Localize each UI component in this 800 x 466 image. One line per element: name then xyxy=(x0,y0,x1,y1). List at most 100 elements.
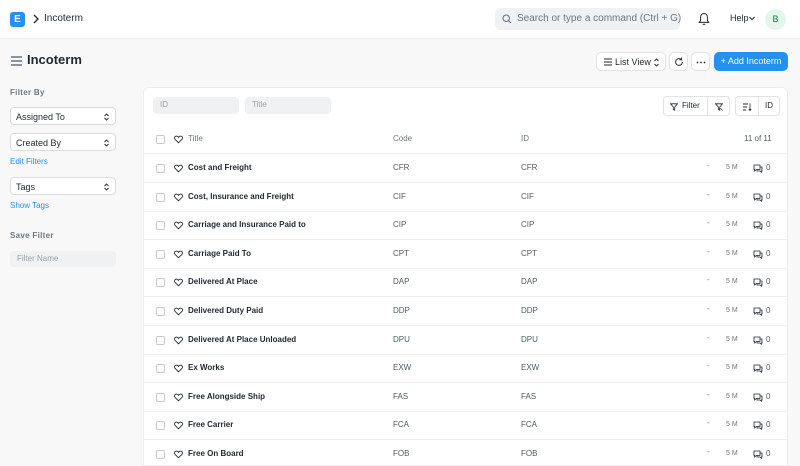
row-status: - xyxy=(707,218,710,228)
row-status: - xyxy=(707,418,710,428)
tags-select[interactable]: Tags xyxy=(10,177,116,195)
title-filter-input[interactable]: Title xyxy=(245,97,331,114)
avatar[interactable]: B xyxy=(765,9,786,30)
table-row[interactable]: Carriage Paid To CPT CPT - 5 M 0 xyxy=(144,240,787,269)
id-filter-input[interactable]: ID xyxy=(153,97,239,114)
row-id: DDP xyxy=(521,306,538,315)
search-input[interactable]: Search or type a command (Ctrl + G) xyxy=(517,13,681,24)
row-title[interactable]: Delivered Duty Paid xyxy=(188,306,263,315)
row-checkbox[interactable] xyxy=(156,450,165,459)
select-all-checkbox[interactable] xyxy=(156,135,165,144)
notification-bell-icon[interactable] xyxy=(698,12,710,26)
row-status: - xyxy=(707,304,710,313)
row-status: - xyxy=(707,447,710,456)
table-row[interactable]: Carriage and Insurance Paid to CIP CIP - 5 M… xyxy=(144,211,787,241)
row-status: - xyxy=(707,246,710,256)
heart-icon[interactable] xyxy=(174,221,183,230)
row-title[interactable]: Free On Board xyxy=(188,449,244,458)
created-by-label: Created By xyxy=(16,138,62,148)
row-checkbox[interactable] xyxy=(156,221,165,231)
created-by-select[interactable]: Created By xyxy=(10,133,116,151)
comment-icon xyxy=(753,221,763,231)
row-checkbox[interactable] xyxy=(156,192,165,202)
row-checkbox[interactable] xyxy=(156,307,165,316)
sort-field-button[interactable]: ID xyxy=(758,96,780,116)
row-checkbox[interactable] xyxy=(156,392,165,402)
list-view-selector[interactable]: List View xyxy=(596,52,666,71)
heart-icon[interactable] xyxy=(174,135,183,144)
filter-icon xyxy=(670,103,678,111)
heart-icon[interactable] xyxy=(174,336,183,345)
filter-name-input[interactable]: Filter Name xyxy=(10,251,116,267)
row-checkbox[interactable] xyxy=(156,335,165,345)
row-title[interactable]: Delivered At Place Unloaded xyxy=(188,335,296,344)
list-icon xyxy=(604,58,612,66)
breadcrumb[interactable]: Incoterm xyxy=(44,13,83,24)
row-title[interactable]: Cost and Freight xyxy=(188,163,252,172)
heart-icon[interactable] xyxy=(174,250,183,259)
row-title[interactable]: Cost, Insurance and Freight xyxy=(188,192,294,201)
row-title[interactable]: Ex Works xyxy=(188,363,224,372)
row-comment-count: 0 xyxy=(766,334,771,344)
row-title[interactable]: Carriage and Insurance Paid to xyxy=(188,220,306,229)
row-title[interactable]: Delivered At Place xyxy=(188,277,258,286)
table-row[interactable]: Delivered At Place DAP DAP - 5 M 0 xyxy=(144,268,787,298)
table-row[interactable]: Delivered At Place Unloaded DPU DPU - 5 M 0 xyxy=(144,326,787,355)
sort-order-button[interactable] xyxy=(735,96,759,116)
table-row[interactable]: Free Alongside Ship FAS FAS - 5 M 0 xyxy=(144,383,787,412)
edit-filters-link[interactable]: Edit Filters xyxy=(10,157,48,166)
row-modified-time: 5 M xyxy=(726,221,738,229)
show-tags-link[interactable]: Show Tags xyxy=(10,201,49,210)
row-status: - xyxy=(707,161,710,170)
row-id: CIP xyxy=(521,220,535,230)
heart-icon[interactable] xyxy=(174,164,183,173)
search-bar[interactable]: Search or type a command (Ctrl + G) xyxy=(495,8,681,30)
row-title[interactable]: Free Alongside Ship xyxy=(188,392,265,401)
row-comment-count: 0 xyxy=(766,277,771,287)
clear-filters-button[interactable] xyxy=(707,96,730,116)
comment-icon xyxy=(753,450,763,459)
help-menu[interactable]: Help xyxy=(730,13,749,23)
row-comment-count: 0 xyxy=(766,420,771,430)
more-icon xyxy=(696,61,706,64)
comment-icon xyxy=(753,307,763,316)
add-incoterm-button[interactable]: + Add Incoterm xyxy=(714,52,788,71)
row-modified-time: 5 M xyxy=(726,307,738,314)
app-logo[interactable]: E xyxy=(10,12,25,27)
row-checkbox[interactable] xyxy=(156,278,165,288)
row-modified-time: 5 M xyxy=(726,278,738,286)
row-code: FAS xyxy=(393,391,409,401)
row-checkbox[interactable] xyxy=(156,364,165,374)
heart-icon[interactable] xyxy=(174,393,183,402)
record-count: 11 of 11 xyxy=(744,134,772,143)
row-checkbox[interactable] xyxy=(156,164,165,173)
filter-button[interactable]: Filter xyxy=(663,96,708,116)
assigned-to-select[interactable]: Assigned To xyxy=(10,107,116,125)
chevron-right-icon xyxy=(33,14,39,24)
table-row[interactable]: Cost, Insurance and Freight CIF CIF - 5 M 0 xyxy=(144,183,787,212)
more-actions-button[interactable] xyxy=(691,52,710,71)
row-code: DAP xyxy=(393,277,410,287)
row-checkbox[interactable] xyxy=(156,421,165,431)
heart-icon[interactable] xyxy=(174,278,183,287)
sidebar-toggle-icon[interactable] xyxy=(11,56,22,66)
table-row[interactable]: Delivered Duty Paid DDP DDP - 5 M 0 xyxy=(144,297,787,326)
row-id: CFR xyxy=(521,163,538,172)
heart-icon[interactable] xyxy=(174,193,183,202)
table-row[interactable]: Ex Works EXW EXW - 5 M 0 xyxy=(144,354,787,384)
refresh-button[interactable] xyxy=(669,52,688,71)
row-checkbox[interactable] xyxy=(156,249,165,259)
table-row[interactable]: Free Carrier FCA FCA - 5 M 0 xyxy=(144,411,787,441)
row-modified-time: 5 M xyxy=(726,392,738,400)
heart-icon[interactable] xyxy=(174,307,183,316)
heart-icon[interactable] xyxy=(174,364,183,373)
heart-icon[interactable] xyxy=(174,450,183,459)
row-title[interactable]: Carriage Paid To xyxy=(188,249,251,258)
row-title[interactable]: Free Carrier xyxy=(188,420,233,429)
table-row[interactable]: Cost and Freight CFR CFR - 5 M 0 xyxy=(144,154,787,183)
tags-label: Tags xyxy=(16,182,36,192)
heart-icon[interactable] xyxy=(174,421,183,430)
row-code: FOB xyxy=(393,449,410,458)
table-row[interactable]: Free On Board FOB FOB - 5 M 0 xyxy=(144,440,787,465)
navbar: E Incoterm Search or type a command (Ctr… xyxy=(0,0,800,39)
